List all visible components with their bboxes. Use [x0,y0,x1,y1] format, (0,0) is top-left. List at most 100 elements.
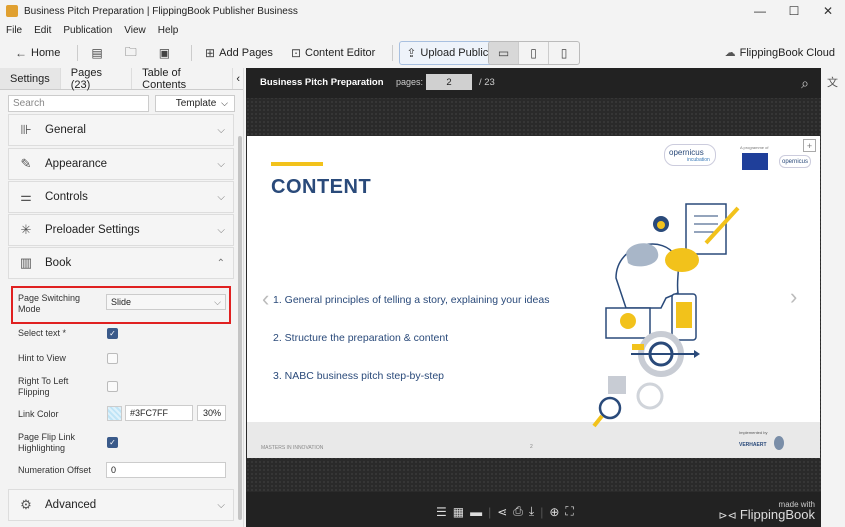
tabs-scroll-left[interactable]: ‹ [233,68,243,89]
footer-masters: MASTERS IN INNOVATION [261,445,324,451]
chevron-down-icon: ⌵ [221,98,228,108]
flippingbook-cloud-button[interactable]: ☁ FlippingBook Cloud [725,46,835,60]
title-bar: Business Pitch Preparation | FlippingBoo… [0,0,845,22]
verhaert-mark-icon [774,436,784,450]
book-icon: ▥ [19,255,33,270]
zoom-icon[interactable]: ⊕ [549,505,559,519]
footer-page-number: 2 [530,444,533,450]
layout-icon: ▤ [91,46,103,60]
close-button[interactable]: ✕ [811,0,845,22]
hint-to-view-checkbox[interactable] [107,353,118,364]
app-icon [6,5,18,17]
rtl-flipping-label: Right To Left Flipping [18,376,69,397]
slide-item-2: 2. Structure the preparation & content [273,332,449,344]
flip-link-highlighting-checkbox[interactable]: ✓ [107,437,118,448]
content-editor-button[interactable]: ⊡ Content Editor [284,41,382,65]
programme-of: A programme of [740,145,769,150]
content-editor-icon: ⊡ [290,46,301,60]
toolbar: ← Home ▤ 🗀 ▣ ⊞ Add Pages ⊡ Content Editor ⇪… [0,38,845,68]
folder-icon: 🗀 [124,44,137,59]
desktop-icon[interactable]: ▭ [489,42,519,64]
window-title: Business Pitch Preparation | FlippingBoo… [24,5,298,17]
home-button[interactable]: ← Home [8,41,67,65]
section-book[interactable]: ▥ Book ⌃ [8,247,234,279]
thumbnails-icon[interactable]: ▦ [453,505,464,519]
menu-bar: File Edit Publication View Help [0,22,845,38]
highlight-box [11,286,231,324]
menu-view[interactable]: View [124,25,146,36]
implemented-by: Implemented by [739,430,768,435]
tab-pages[interactable]: Pages (23) [61,67,133,91]
tablet-icon[interactable]: ▯ [549,42,579,64]
page-number-input[interactable]: 2 [426,74,472,90]
title-accent-bar [271,162,323,166]
verhaert-logo: VERHAERT [739,442,767,448]
chevron-down-icon: ⌵ [217,224,225,236]
flip-link-highlighting-label: Page Flip Link Highlighting [18,432,76,453]
spinner-icon: ✳ [20,222,32,237]
right-panel: 文 [822,68,845,527]
select-text-checkbox[interactable]: ✓ [107,328,118,339]
notes-icon[interactable]: ▬ [470,505,482,519]
device-preview-group: ▭ ▯ ▯ [488,41,580,65]
brush-icon: ✎ [20,156,32,171]
link-opacity-input[interactable]: 30% [197,405,226,421]
save-icon: ▣ [158,46,171,60]
tab-table-of-contents[interactable]: Table of Contents [132,67,234,91]
next-page-arrow[interactable]: › [790,284,797,310]
download-icon[interactable]: ⤓ [529,504,534,519]
link-color-swatch[interactable] [107,406,122,421]
menu-file[interactable]: File [6,25,22,36]
flippingbook-badge[interactable]: made with ⊳⊲ FlippingBook [718,500,815,522]
plus-icon: ⊞ [205,46,216,60]
phone-icon[interactable]: ▯ [519,42,549,64]
copernicus-logo: opernicus incubation [664,144,716,166]
section-controls[interactable]: ⚌ Controls ⌵ [8,181,234,213]
select-text-label: Select text * [18,328,67,338]
menu-publication[interactable]: Publication [63,25,112,36]
flippingbook-logo-icon: ⊳⊲ [718,510,740,522]
print-icon[interactable]: ⎙ [513,504,523,519]
save-button[interactable]: ▣ [152,41,181,65]
hint-to-view-label: Hint to View [18,353,66,363]
add-note-icon[interactable]: + [803,139,816,152]
open-folder-button[interactable]: 🗀 [118,41,148,65]
search-icon[interactable]: ⌕ [801,75,809,92]
brainstorm-illustration [592,203,740,428]
section-preloader-settings[interactable]: ✳ Preloader Settings ⌵ [8,214,234,246]
search-input[interactable]: Search [8,95,149,112]
section-appearance[interactable]: ✎ Appearance ⌵ [8,148,234,180]
translate-icon[interactable]: 文 [827,74,838,90]
general-icon: ⊪ [20,122,32,137]
section-advanced[interactable]: ⚙ Advanced ⌵ [8,489,234,521]
numeration-offset-input[interactable]: 0 [106,462,226,478]
viewer-title: Business Pitch Preparation [260,77,384,88]
gear-icon: ⚙ [20,497,32,512]
prev-page-arrow[interactable]: ‹ [262,286,269,312]
copernicus-small-logo: opernicus [779,155,811,168]
publication-settings-button[interactable]: ▤ [84,41,113,65]
share-icon[interactable]: ⋖ [497,505,507,519]
fullscreen-icon[interactable]: ⛶ [565,504,573,519]
template-dropdown[interactable]: Template ⌵ [154,95,235,112]
section-general[interactable]: ⊪ General ⌵ [8,114,234,146]
link-color-input[interactable]: #3FC7FF [125,405,193,421]
upload-icon: ⇪ [406,46,417,60]
minimize-button[interactable]: — [743,0,777,22]
sidebar-scrollbar[interactable] [238,136,242,520]
total-pages: / 23 [479,77,495,88]
add-pages-button[interactable]: ⊞ Add Pages [198,41,280,65]
toc-icon[interactable]: ☰ [436,505,447,519]
chevron-down-icon: ⌵ [217,191,225,203]
menu-edit[interactable]: Edit [34,25,51,36]
pages-label: pages: [396,77,424,87]
eu-flag-icon [742,153,768,170]
slide-item-3: 3. NABC business pitch step-by-step [273,370,444,382]
tab-settings[interactable]: Settings [0,68,61,89]
chevron-down-icon: ⌵ [217,158,225,170]
viewer-top-bar: Business Pitch Preparation pages: 2 / 23… [246,68,821,98]
maximize-button[interactable]: ☐ [777,0,811,22]
menu-help[interactable]: Help [158,25,179,36]
arrow-left-icon: ← [15,46,27,60]
rtl-flipping-checkbox[interactable] [107,381,118,392]
